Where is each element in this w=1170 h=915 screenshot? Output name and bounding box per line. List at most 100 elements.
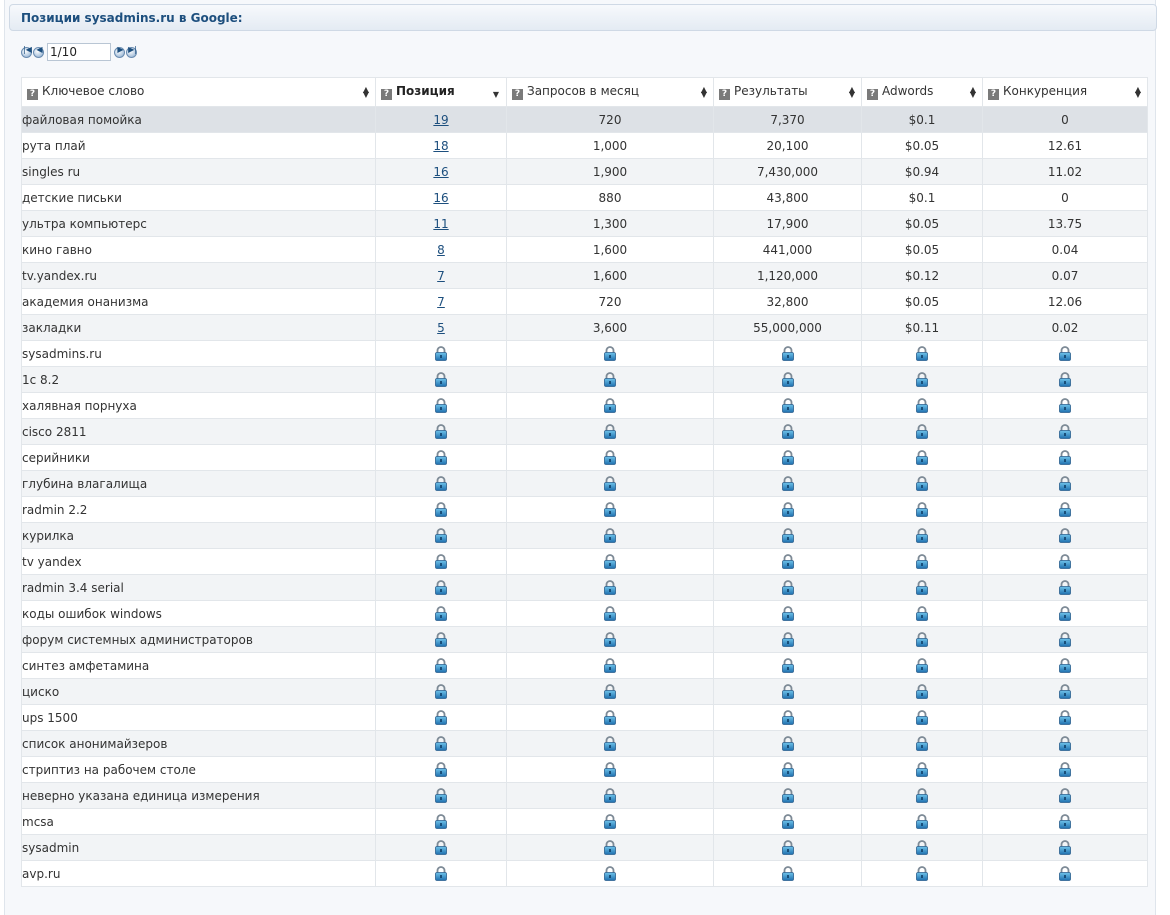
locked-cell[interactable] [982,730,1148,757]
locked-cell[interactable] [506,756,714,783]
locked-cell[interactable] [375,522,507,549]
locked-cell[interactable] [506,522,714,549]
position-link[interactable]: 7 [437,269,445,283]
locked-cell[interactable] [506,366,714,393]
locked-cell[interactable] [861,444,983,471]
locked-cell[interactable] [713,808,862,835]
locked-cell[interactable] [506,496,714,523]
locked-cell[interactable] [713,652,862,679]
locked-cell[interactable] [506,600,714,627]
locked-cell[interactable] [982,444,1148,471]
locked-cell[interactable] [713,600,862,627]
locked-cell[interactable] [713,730,862,757]
locked-cell[interactable] [861,470,983,497]
locked-cell[interactable] [982,392,1148,419]
position-link[interactable]: 7 [437,295,445,309]
locked-cell[interactable] [713,548,862,575]
locked-cell[interactable] [861,756,983,783]
locked-cell[interactable] [375,704,507,731]
locked-cell[interactable] [861,366,983,393]
position-link[interactable]: 16 [433,165,448,179]
locked-cell[interactable] [982,470,1148,497]
locked-cell[interactable] [375,730,507,757]
locked-cell[interactable] [861,392,983,419]
locked-cell[interactable] [982,496,1148,523]
locked-cell[interactable] [506,392,714,419]
column-header-adwords[interactable]: ? Adwords ▲ ▼ [861,77,983,107]
question-mark-icon[interactable]: ? [27,89,38,100]
locked-cell[interactable] [982,678,1148,705]
locked-cell[interactable] [982,626,1148,653]
locked-cell[interactable] [375,548,507,575]
position-link[interactable]: 5 [437,321,445,335]
locked-cell[interactable] [375,808,507,835]
locked-cell[interactable] [713,470,862,497]
column-header-keyword[interactable]: ? Ключевое слово ▲ ▼ [21,77,376,107]
locked-cell[interactable] [982,756,1148,783]
locked-cell[interactable] [713,834,862,861]
locked-cell[interactable] [861,548,983,575]
sort-desc-icon[interactable]: ▼ [493,90,499,99]
locked-cell[interactable] [375,756,507,783]
locked-cell[interactable] [713,678,862,705]
locked-cell[interactable] [982,860,1148,887]
first-page-button[interactable]: |◀ [21,45,32,58]
locked-cell[interactable] [375,444,507,471]
locked-cell[interactable] [861,860,983,887]
locked-cell[interactable] [861,782,983,809]
locked-cell[interactable] [713,366,862,393]
locked-cell[interactable] [713,782,862,809]
sort-arrows-icon[interactable]: ▲ ▼ [1135,86,1141,99]
sort-arrows-icon[interactable]: ▲ ▼ [363,86,369,99]
locked-cell[interactable] [982,808,1148,835]
sort-arrows-icon[interactable]: ▲ ▼ [970,86,976,99]
locked-cell[interactable] [375,496,507,523]
locked-cell[interactable] [861,704,983,731]
locked-cell[interactable] [375,418,507,445]
locked-cell[interactable] [375,366,507,393]
locked-cell[interactable] [506,704,714,731]
locked-cell[interactable] [982,704,1148,731]
locked-cell[interactable] [713,522,862,549]
locked-cell[interactable] [861,834,983,861]
position-link[interactable]: 18 [433,139,448,153]
locked-cell[interactable] [375,652,507,679]
locked-cell[interactable] [375,834,507,861]
locked-cell[interactable] [982,574,1148,601]
locked-cell[interactable] [506,418,714,445]
locked-cell[interactable] [375,470,507,497]
locked-cell[interactable] [713,574,862,601]
question-mark-icon[interactable]: ? [381,89,392,100]
question-mark-icon[interactable]: ? [719,89,730,100]
locked-cell[interactable] [861,730,983,757]
locked-cell[interactable] [506,834,714,861]
locked-cell[interactable] [506,678,714,705]
locked-cell[interactable] [861,678,983,705]
locked-cell[interactable] [861,652,983,679]
locked-cell[interactable] [375,600,507,627]
last-page-button[interactable]: ▶| [126,45,137,58]
locked-cell[interactable] [713,756,862,783]
column-header-competition[interactable]: ? Конкуренция ▲ ▼ [982,77,1148,107]
locked-cell[interactable] [506,782,714,809]
question-mark-icon[interactable]: ? [867,89,878,100]
column-header-position[interactable]: ? Позиция ▼ [375,77,507,107]
locked-cell[interactable] [375,574,507,601]
position-link[interactable]: 8 [437,243,445,257]
question-mark-icon[interactable]: ? [512,89,523,100]
position-link[interactable]: 19 [433,113,448,127]
sort-arrows-icon[interactable]: ▲ ▼ [701,86,707,99]
locked-cell[interactable] [506,470,714,497]
locked-cell[interactable] [713,392,862,419]
sort-arrows-icon[interactable]: ▲ ▼ [849,86,855,99]
locked-cell[interactable] [506,652,714,679]
locked-cell[interactable] [506,340,714,367]
locked-cell[interactable] [506,626,714,653]
column-header-queries[interactable]: ? Запросов в месяц ▲ ▼ [506,77,714,107]
locked-cell[interactable] [713,496,862,523]
locked-cell[interactable] [982,652,1148,679]
locked-cell[interactable] [506,860,714,887]
locked-cell[interactable] [982,522,1148,549]
prev-page-button[interactable]: ◀ [33,45,44,58]
locked-cell[interactable] [375,340,507,367]
